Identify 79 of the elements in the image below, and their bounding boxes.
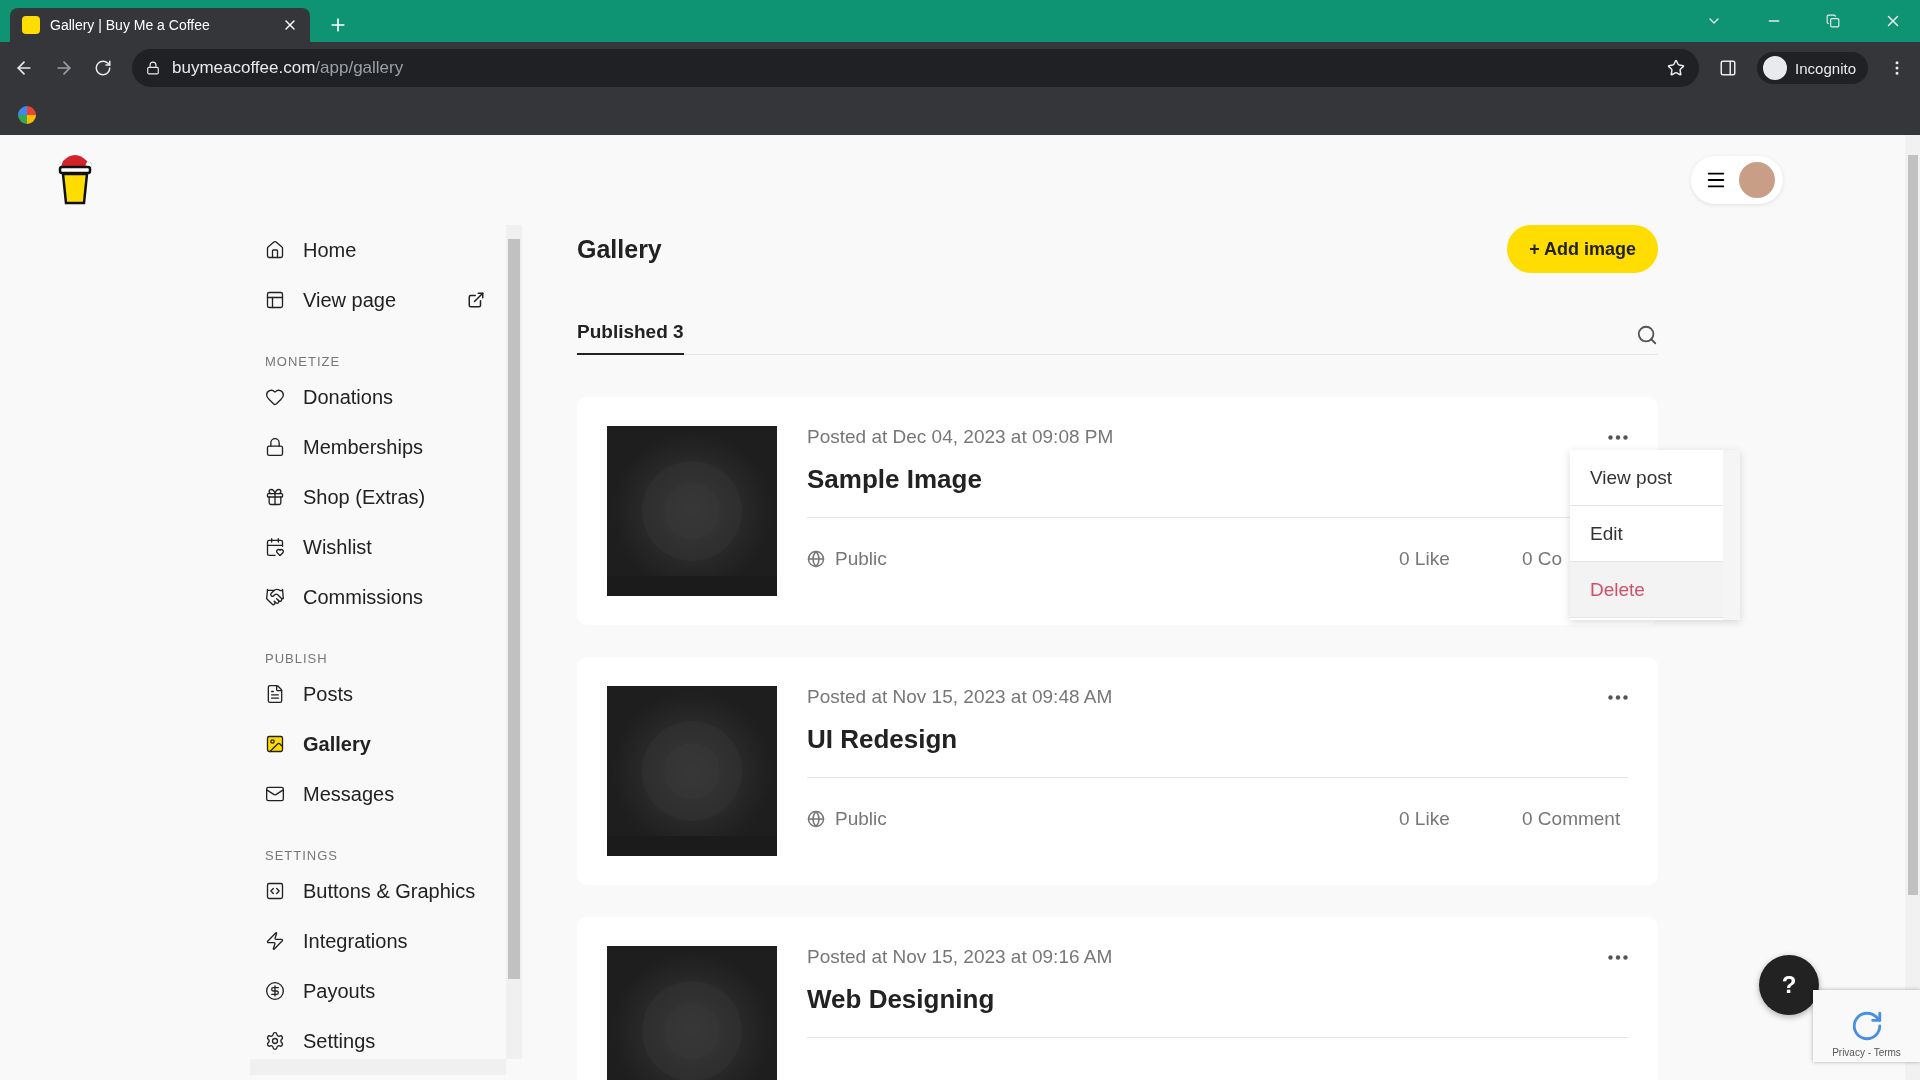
cup-logo-icon[interactable] xyxy=(58,153,92,207)
visibility-label: Public xyxy=(835,808,887,830)
comment-count: 0 Co xyxy=(1522,548,1563,569)
address-bar[interactable]: buymeacoffee.com/app/gallery xyxy=(132,49,1700,87)
nav-icon xyxy=(265,240,285,260)
like-count: 0 Like xyxy=(1399,808,1450,829)
nav-icon xyxy=(265,487,285,507)
post-date: Posted at Nov 15, 2023 at 09:48 AM xyxy=(807,686,1113,708)
comment-count: 0 Comment xyxy=(1522,808,1621,829)
nav-item[interactable]: Donations xyxy=(265,372,485,422)
more-button[interactable] xyxy=(1608,954,1628,960)
star-icon[interactable] xyxy=(1667,59,1686,77)
search-icon[interactable] xyxy=(1636,324,1658,346)
nav-item[interactable]: Gallery xyxy=(265,719,485,769)
post-date: Posted at Dec 04, 2023 at 09:08 PM xyxy=(807,426,1114,448)
user-menu[interactable] xyxy=(1691,156,1783,204)
post-date: Posted at Nov 15, 2023 at 09:16 AM xyxy=(807,946,1113,968)
nav-icon xyxy=(265,784,285,804)
more-icon xyxy=(1608,434,1628,440)
like-count: 0 Like xyxy=(1399,548,1450,569)
more-icon xyxy=(1608,694,1628,700)
visibility-label: Public xyxy=(835,548,887,570)
nav-icon xyxy=(265,734,285,754)
more-button[interactable] xyxy=(1608,434,1628,440)
nav-icon xyxy=(265,684,285,704)
nav-icon xyxy=(265,981,285,1001)
scrollbar[interactable] xyxy=(506,225,522,1059)
nav-item[interactable]: Wishlist xyxy=(265,522,485,572)
nav-item[interactable]: Messages xyxy=(265,769,485,819)
nav-icon xyxy=(265,1031,285,1051)
nav-icon xyxy=(265,881,285,901)
add-image-button[interactable]: + Add image xyxy=(1507,225,1658,273)
nav-item[interactable]: Posts xyxy=(265,669,485,719)
nav-item[interactable]: Home xyxy=(265,225,485,275)
recaptcha-links[interactable]: Privacy - Terms xyxy=(1832,1047,1901,1058)
nav-item[interactable]: Payouts xyxy=(265,966,485,1016)
post-title: UI Redesign xyxy=(807,724,958,755)
profile-button[interactable]: Incognito xyxy=(1757,52,1868,84)
incognito-icon xyxy=(1763,56,1788,80)
nav-icon xyxy=(265,931,285,951)
nav-icon xyxy=(265,437,285,457)
section-heading: PUBLISH xyxy=(265,649,329,668)
nav-item[interactable]: View page xyxy=(265,275,485,325)
menu-item[interactable]: Delete xyxy=(1570,562,1723,618)
nav-item[interactable]: Commissions xyxy=(265,572,485,622)
nav-item[interactable]: Buttons & Graphics xyxy=(265,866,485,916)
lock-icon xyxy=(146,61,160,75)
nav-icon xyxy=(265,587,285,607)
scrollbar[interactable] xyxy=(1723,450,1740,620)
external-link-icon[interactable] xyxy=(467,291,485,309)
nav-icon xyxy=(265,290,285,310)
reload-icon[interactable] xyxy=(94,59,112,77)
more-button[interactable] xyxy=(1608,694,1628,700)
globe-icon xyxy=(807,810,825,828)
nav-item[interactable]: Integrations xyxy=(265,916,485,966)
menu-item[interactable]: View post xyxy=(1570,450,1723,506)
side-panel-icon[interactable] xyxy=(1719,59,1738,77)
tab-title: Gallery | Buy Me a Coffee xyxy=(50,17,211,33)
avatar xyxy=(1739,162,1775,198)
section-heading: SETTINGS xyxy=(265,846,339,865)
section-heading: MONETIZE xyxy=(265,352,342,371)
nav-item[interactable]: Settings xyxy=(265,1016,485,1059)
nav-item[interactable]: Shop (Extras) xyxy=(265,472,485,522)
restore-icon[interactable] xyxy=(1826,14,1840,28)
post-title: Sample Image xyxy=(807,464,982,495)
scrollbar[interactable] xyxy=(1905,135,1920,1080)
browser-tab[interactable]: Gallery | Buy Me a Coffee xyxy=(10,8,310,42)
tab[interactable]: Published 3 xyxy=(577,321,684,355)
menu-item[interactable]: Edit xyxy=(1570,506,1723,562)
more-icon xyxy=(1608,954,1628,960)
google-icon[interactable] xyxy=(18,105,36,124)
globe-icon xyxy=(807,550,825,568)
cup-favicon-icon xyxy=(22,16,40,34)
page-title: Gallery xyxy=(577,234,662,264)
nav-item[interactable]: Memberships xyxy=(265,422,485,472)
url-text: buymeacoffee.com/app/gallery xyxy=(172,58,404,78)
nav-icon xyxy=(265,537,285,557)
post-title: Web Designing xyxy=(807,984,995,1015)
nav-icon xyxy=(265,387,285,407)
